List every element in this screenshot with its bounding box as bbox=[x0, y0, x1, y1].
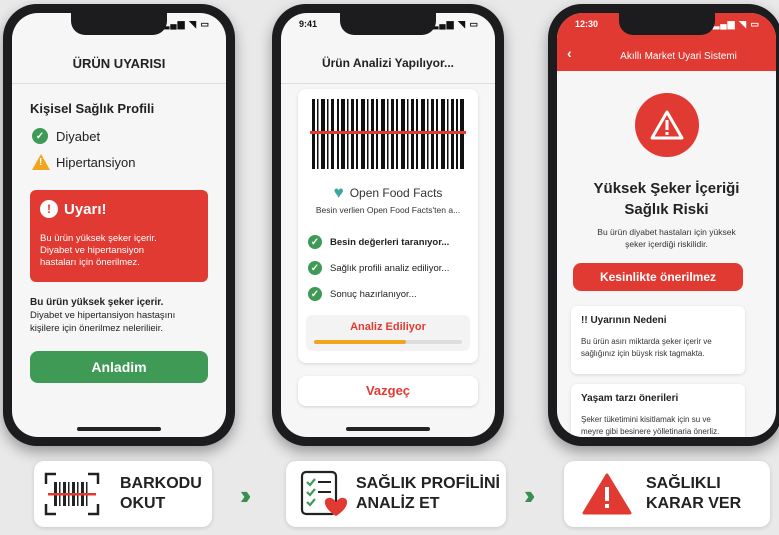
risk-title: Sağlık Riski bbox=[624, 201, 709, 218]
understood-button[interactable]: Anladim bbox=[30, 351, 208, 383]
cancel-button[interactable]: Vazgeç bbox=[298, 376, 478, 406]
condition-item: ! Hipertansiyon bbox=[32, 154, 136, 170]
analysis-card: ♥ Open Food Facts Besin verlien Open Foo… bbox=[298, 89, 478, 363]
status-icons: ▂▄▆ ◥ ▭ bbox=[712, 19, 760, 29]
step-item: ✓ Sonuç hazırlanıyor... bbox=[308, 287, 417, 301]
status-icons: ▂▄▆ ◥ ▭ bbox=[431, 19, 479, 29]
screen: 9:41 ▂▄▆ ◥ ▭ Ürün Analizi Yapılıyor... ♥… bbox=[281, 13, 495, 437]
lifestyle-card: Yaşam tarzı önerileri Şeker tüketimini k… bbox=[571, 384, 745, 437]
step-label: SAĞLIK PROFİLİNİ bbox=[356, 475, 500, 492]
phone-analysis: 9:41 ▂▄▆ ◥ ▭ Ürün Analizi Yapılıyor... ♥… bbox=[272, 4, 504, 446]
step-label: Sonuç hazırlanıyor... bbox=[330, 288, 417, 300]
condition-label: Hipertansiyon bbox=[56, 154, 136, 170]
step-label: Sağlık profili analiz ediliyor... bbox=[330, 262, 450, 274]
step-label: BARKODU bbox=[120, 475, 202, 492]
barcode-icon bbox=[310, 99, 466, 169]
warning-title: Uyarı! bbox=[64, 200, 107, 218]
profile-title: Kişisel Sağlık Profili bbox=[30, 101, 155, 116]
info-text: kişilere için önerilmez nelerilieir. bbox=[30, 323, 164, 334]
risk-description: şeker içerdiği riskilidir. bbox=[625, 239, 708, 249]
back-icon[interactable]: ‹ bbox=[567, 45, 572, 61]
risk-description: Bu ürün diyabet hastaları için yüksek bbox=[597, 227, 736, 237]
risk-title: Yüksek Şeker İçeriği bbox=[593, 180, 740, 197]
page-title: Ürün Analizi Yapılıyor... bbox=[281, 43, 495, 84]
progress-fill bbox=[314, 340, 406, 344]
heart-icon: ♥ bbox=[333, 183, 344, 202]
progress-panel: Analiz Ediliyor bbox=[306, 315, 470, 351]
info-text: Bu ürün yüksek şeker içerir. bbox=[30, 297, 164, 308]
alert-icon: ! bbox=[40, 200, 58, 218]
warning-triangle-icon bbox=[582, 473, 632, 515]
lifestyle-text: Şeker tüketimini kisitlamak için su ve bbox=[581, 415, 711, 424]
check-icon: ✓ bbox=[32, 128, 48, 144]
reason-title: !! Uyarının Nedeni bbox=[581, 315, 667, 326]
warning-icon bbox=[634, 93, 699, 157]
notch bbox=[340, 13, 436, 35]
lifestyle-title: Yaşam tarzı önerileri bbox=[581, 393, 679, 404]
warning-icon: ! bbox=[32, 154, 50, 170]
step-scan-barcode: BARKODU OKUT bbox=[34, 461, 212, 527]
status-icons: ▂▄▆ ◥ ▭ bbox=[162, 19, 210, 29]
phone-product-warning: ▂▄▆ ◥ ▭ ÜRÜN UYARISI Kişisel Sağlık Prof… bbox=[3, 4, 235, 446]
condition-label: Diyabet bbox=[56, 128, 101, 144]
chevron-right-icon: ›› bbox=[524, 480, 536, 510]
warning-text: Diyabet ve hipertansiyon bbox=[40, 245, 145, 256]
not-recommended-button[interactable]: Kesinlikte önerilmez bbox=[573, 263, 743, 291]
step-label: OKUT bbox=[120, 495, 166, 512]
chevron-right-icon: ›› bbox=[240, 480, 252, 510]
reason-text: sağlığınız için büysk risk tagmakta. bbox=[581, 349, 705, 358]
phone-risk-alert: 12:30 ▂▄▆ ◥ ▭ ‹ Akıllı Market Uyari Siste… bbox=[548, 4, 779, 446]
progress-track bbox=[314, 340, 462, 344]
check-icon: ✓ bbox=[308, 287, 322, 301]
notch bbox=[618, 13, 715, 35]
step-label: SAĞLIKLI bbox=[646, 475, 721, 492]
lifestyle-text: meyre gibi besinere yölletinaria önerliz… bbox=[581, 427, 720, 436]
status-time: 9:41 bbox=[299, 19, 318, 29]
screen: 12:30 ▂▄▆ ◥ ▭ ‹ Akıllı Market Uyari Siste… bbox=[557, 13, 776, 437]
step-label: KARAR VER bbox=[646, 495, 742, 512]
reason-card: !! Uyarının Nedeni Bu ürün asırı miktard… bbox=[571, 306, 745, 374]
app-header-title: Akıllı Market Uyari Sistemi bbox=[620, 51, 737, 62]
source-name: Open Food Facts bbox=[349, 186, 443, 200]
step-label: ANALİZ ET bbox=[356, 495, 440, 512]
step-label: Besin değerleri taranıyor... bbox=[330, 236, 450, 248]
reason-text: Bu ürün asırı miktarda şeker içerir ve bbox=[581, 337, 712, 346]
check-icon: ✓ bbox=[308, 235, 322, 249]
progress-label: Analiz Ediliyor bbox=[350, 321, 426, 333]
status-time: 12:30 bbox=[575, 19, 599, 29]
checklist-heart-icon bbox=[300, 470, 348, 516]
home-indicator bbox=[77, 427, 161, 431]
step-analyze-profile: SAĞLIK PROFİLİNİ ANALİZ ET bbox=[286, 461, 506, 527]
step-item: ✓ Sağlık profili analiz ediliyor... bbox=[308, 261, 449, 275]
step-item: ✓ Besin değerleri taranıyor... bbox=[308, 235, 449, 249]
source-description: Besin verlien Open Food Facts'ten a... bbox=[315, 205, 461, 215]
screen: ▂▄▆ ◥ ▭ ÜRÜN UYARISI Kişisel Sağlık Prof… bbox=[12, 13, 226, 437]
home-indicator bbox=[346, 427, 430, 431]
warning-text: hastaları için önerilmez. bbox=[40, 257, 140, 268]
notch bbox=[71, 13, 167, 35]
page-title: ÜRÜN UYARISI bbox=[12, 43, 226, 84]
check-icon: ✓ bbox=[308, 261, 322, 275]
condition-item: ✓ Diyabet bbox=[32, 128, 100, 144]
info-text: Diyabet ve hipertansiyon hastaşını bbox=[30, 310, 176, 321]
warning-box: ! Uyarı! Bu ürün yüksek şeker içerir. Di… bbox=[30, 190, 208, 282]
barcode-scan-icon bbox=[44, 472, 100, 516]
warning-triangle-icon bbox=[650, 110, 683, 140]
warning-text: Bu ürün yüksek şeker içerir. bbox=[40, 233, 157, 244]
step-healthy-decision: SAĞLIKLI KARAR VER bbox=[564, 461, 770, 527]
